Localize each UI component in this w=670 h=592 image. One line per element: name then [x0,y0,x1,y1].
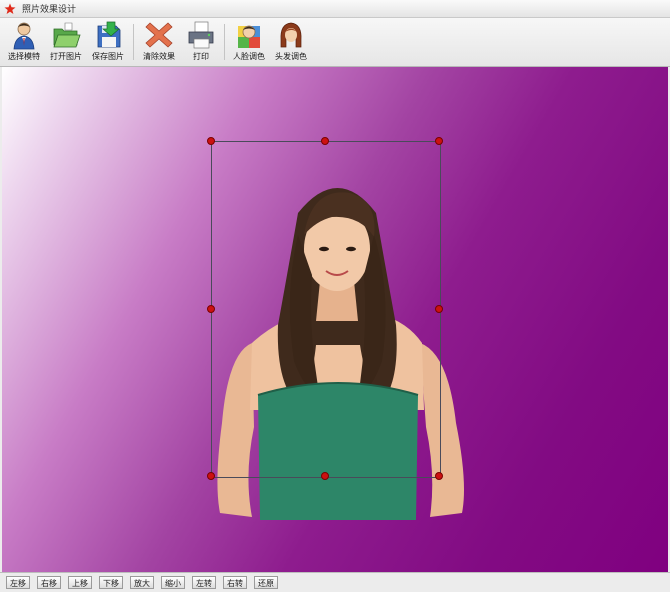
face-color-label: 人脸调色 [233,52,265,61]
toolbar-divider [224,24,225,60]
move-up-button[interactable]: 上移 [68,576,92,589]
app-star-icon [4,3,16,14]
clear-x-icon [145,22,173,48]
open-image-button[interactable]: 打开图片 [46,20,86,64]
open-folder-icon [53,22,81,48]
model-person-icon [13,22,35,50]
hair-color-label: 头发调色 [275,52,307,61]
resize-handle-top-right[interactable] [435,137,443,145]
rotate-right-button[interactable]: 右转 [223,576,247,589]
resize-handle-bottom-right[interactable] [435,472,443,480]
move-right-button[interactable]: 右移 [37,576,61,589]
resize-handle-top-left[interactable] [207,137,215,145]
clear-effect-label: 清除效果 [143,52,175,61]
rotate-left-button[interactable]: 左转 [192,576,216,589]
open-image-label: 打开图片 [50,52,82,61]
printer-icon [188,21,214,49]
print-button[interactable]: 打印 [184,20,218,64]
select-model-label: 选择模特 [8,52,40,61]
resize-handle-bottom[interactable] [321,472,329,480]
clear-effect-button[interactable]: 清除效果 [138,20,180,64]
resize-handle-top[interactable] [321,137,329,145]
face-color-icon [238,25,260,48]
hair-color-button[interactable]: 头发调色 [271,20,311,64]
face-color-button[interactable]: 人脸调色 [229,20,269,64]
select-model-button[interactable]: 选择模特 [4,20,44,64]
zoom-out-button[interactable]: 缩小 [161,576,185,589]
reset-button[interactable]: 还原 [254,576,278,589]
move-left-button[interactable]: 左移 [6,576,30,589]
hair-color-icon [280,22,302,48]
toolbar-divider [133,24,134,60]
title-bar: 照片效果设计 [0,0,670,18]
resize-handle-bottom-left[interactable] [207,472,215,480]
save-image-button[interactable]: 保存图片 [88,20,128,64]
save-image-label: 保存图片 [92,52,124,61]
selection-frame[interactable] [211,141,441,478]
toolbar: 选择模特 打开图片 保存图片 清除效果 打印 人脸调色 头发调色 [0,18,670,67]
save-disk-icon [97,21,121,48]
move-down-button[interactable]: 下移 [99,576,123,589]
resize-handle-left[interactable] [207,305,215,313]
print-label: 打印 [193,52,209,61]
zoom-in-button[interactable]: 放大 [130,576,154,589]
photo-canvas[interactable] [2,67,668,572]
adjust-toolbar: 左移 右移 上移 下移 放大 缩小 左转 右转 还原 [0,572,670,592]
window-title: 照片效果设计 [22,5,77,15]
resize-handle-right[interactable] [435,305,443,313]
